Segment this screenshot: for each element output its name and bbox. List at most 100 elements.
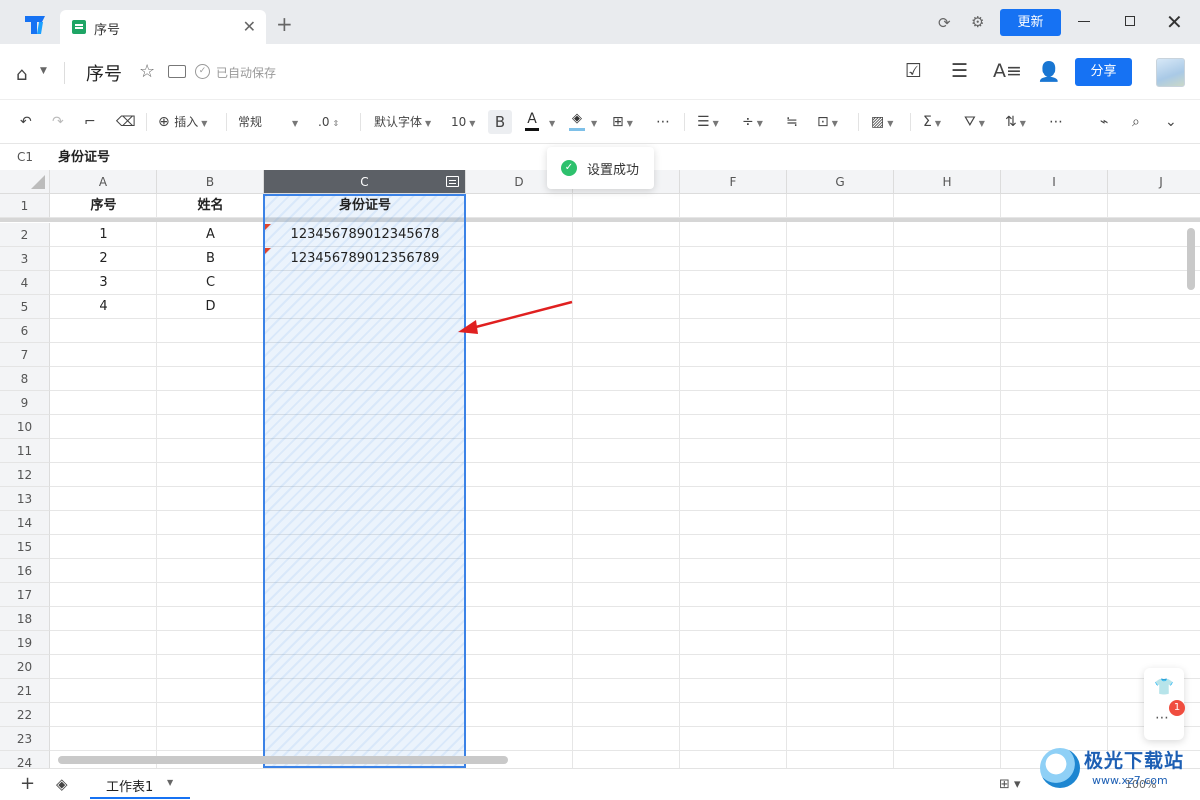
home-button[interactable]: ⌂ ▼ [16, 62, 52, 85]
horizontal-scrollbar[interactable] [58, 756, 508, 764]
cell-a3[interactable]: 2 [50, 247, 157, 271]
app-logo-icon[interactable] [22, 14, 48, 36]
column-header-b[interactable]: B [157, 170, 264, 194]
cell-b4[interactable]: C [157, 271, 264, 295]
sort-icon[interactable]: ⇅ ▼ [1005, 112, 1026, 134]
star-icon[interactable]: ☆ [139, 61, 155, 82]
redo-icon[interactable]: ↷ [52, 112, 64, 132]
select-all-corner[interactable] [0, 170, 50, 194]
row-header-24[interactable]: 24 [0, 751, 50, 768]
borders-icon[interactable]: ⊞ ▼ [612, 112, 633, 134]
row-header-13[interactable]: 13 [0, 487, 50, 511]
font-size-select[interactable]: 10 ▼ [451, 112, 475, 134]
font-color-button[interactable]: A [525, 111, 539, 133]
row-header-12[interactable]: 12 [0, 463, 50, 487]
column-header-f[interactable]: F [680, 170, 787, 194]
theme-shirt-icon[interactable]: 👕 [1154, 677, 1174, 696]
row-header-4[interactable]: 4 [0, 271, 50, 295]
column-header-c[interactable]: C [264, 170, 466, 194]
row-header-22[interactable]: 22 [0, 703, 50, 727]
minimize-window-icon[interactable] [1078, 21, 1090, 22]
column-header-j[interactable]: J [1108, 170, 1200, 194]
cell-a4[interactable]: 3 [50, 271, 157, 295]
row-header-8[interactable]: 8 [0, 367, 50, 391]
cell-c2[interactable]: 123456789012345678 [264, 223, 466, 247]
close-tab-icon[interactable]: ✕ [243, 17, 256, 36]
vertical-align-icon[interactable]: ÷ ▼ [742, 112, 763, 134]
cell-b3[interactable]: B [157, 247, 264, 271]
row-header-17[interactable]: 17 [0, 583, 50, 607]
paint-bucket-icon[interactable]: ⌁ [1100, 112, 1108, 132]
row-header-20[interactable]: 20 [0, 655, 50, 679]
cell-a2[interactable]: 1 [50, 223, 157, 247]
chevron-down-icon[interactable]: ▼ [167, 778, 173, 787]
document-title[interactable]: 序号 [86, 60, 122, 86]
row-header-18[interactable]: 18 [0, 607, 50, 631]
column-header-a[interactable]: A [50, 170, 157, 194]
row-header-11[interactable]: 11 [0, 439, 50, 463]
cell-b5[interactable]: D [157, 295, 264, 319]
row-header-23[interactable]: 23 [0, 727, 50, 751]
more-icon[interactable]: ⋯ [1155, 710, 1169, 726]
chevron-down-icon[interactable]: ▼ [588, 112, 597, 134]
cell-a1[interactable]: 序号 [50, 194, 157, 218]
close-window-icon[interactable]: ✕ [1166, 10, 1183, 34]
row-header-5[interactable]: 5 [0, 295, 50, 319]
selected-column-c[interactable] [263, 194, 466, 768]
conditional-format-icon[interactable]: ▨ ▼ [871, 112, 893, 134]
maximize-window-icon[interactable] [1125, 16, 1135, 26]
cell-b1[interactable]: 姓名 [157, 194, 264, 218]
row-header-19[interactable]: 19 [0, 631, 50, 655]
avatar[interactable] [1156, 58, 1185, 87]
share-button[interactable]: 分享 [1075, 58, 1132, 86]
chevron-down-icon[interactable]: ▼ [546, 112, 555, 134]
row-header-9[interactable]: 9 [0, 391, 50, 415]
row-header-16[interactable]: 16 [0, 559, 50, 583]
search-icon[interactable]: ⌕ [1132, 112, 1140, 132]
row-header-3[interactable]: 3 [0, 247, 50, 271]
column-header-g[interactable]: G [787, 170, 894, 194]
formula-input[interactable]: 身份证号 [58, 145, 110, 170]
row-header-15[interactable]: 15 [0, 535, 50, 559]
bold-button[interactable]: B [488, 110, 512, 134]
move-to-folder-icon[interactable] [168, 65, 186, 78]
row-header-2[interactable]: 2 [0, 223, 50, 247]
column-menu-icon[interactable] [446, 176, 459, 187]
sheet-tab[interactable]: 工作表1 ▼ [90, 769, 190, 799]
menu-icon[interactable]: ☰ [951, 60, 968, 82]
cell-c3[interactable]: 123456789012356789 [264, 247, 466, 271]
more-icon[interactable]: ⋯ [1049, 112, 1063, 132]
grid-view-icon[interactable]: ⊞ ▾ [999, 777, 1021, 792]
spreadsheet-grid[interactable]: A B C D E F G H I J 12345678910111213141… [0, 170, 1200, 768]
update-button[interactable]: 更新 [1000, 9, 1061, 36]
row-header-10[interactable]: 10 [0, 415, 50, 439]
cell-c1[interactable]: 身份证号 [264, 194, 466, 218]
row-header-1[interactable]: 1 [0, 194, 50, 218]
document-tab[interactable]: 序号 ✕ [60, 10, 266, 44]
error-marker-icon[interactable] [265, 224, 271, 230]
freeze-pane-divider[interactable] [0, 218, 1200, 222]
vertical-scrollbar[interactable] [1187, 228, 1195, 290]
row-header-6[interactable]: 6 [0, 319, 50, 343]
row-header-14[interactable]: 14 [0, 511, 50, 535]
cell-reference[interactable]: C1 [0, 145, 50, 170]
layers-icon[interactable]: ◈ [56, 775, 68, 793]
sync-icon[interactable]: ⟳ [938, 14, 951, 32]
decimal-places-stepper[interactable]: .0 ⇕ [318, 112, 339, 134]
row-header-21[interactable]: 21 [0, 679, 50, 703]
add-sheet-button[interactable]: + [20, 773, 35, 794]
fill-color-icon[interactable]: ◈ [569, 111, 585, 133]
merge-cells-icon[interactable]: ⊡ ▼ [817, 112, 838, 134]
cell-a5[interactable]: 4 [50, 295, 157, 319]
error-marker-icon[interactable] [265, 248, 271, 254]
collapse-toolbar-icon[interactable]: ⌄ [1165, 112, 1177, 132]
format-painter-icon[interactable]: ⌐ [84, 112, 96, 132]
text-format-icon[interactable]: A≡ [993, 60, 1022, 82]
column-header-i[interactable]: I [1001, 170, 1108, 194]
filter-icon[interactable]: ⛛ ▼ [964, 112, 985, 134]
task-icon[interactable]: ☑ [905, 60, 922, 82]
wrap-text-icon[interactable]: ≒ [786, 112, 798, 132]
add-collaborator-icon[interactable]: 👤 [1037, 60, 1061, 83]
new-tab-button[interactable]: + [276, 14, 293, 34]
undo-icon[interactable]: ↶ [20, 112, 32, 132]
